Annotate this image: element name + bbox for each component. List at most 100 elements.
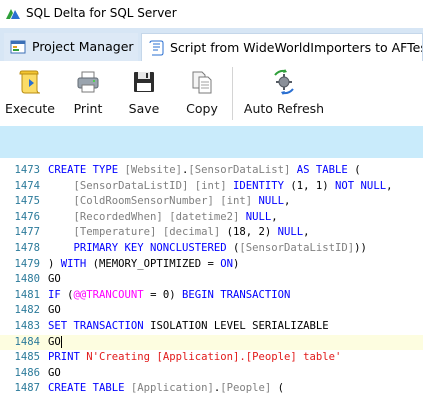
code-token: PRINT — [48, 351, 87, 364]
code-token: [RecordedWhen] — [73, 210, 163, 223]
code-token: ) — [232, 257, 240, 270]
code-token: [Temperature] — [73, 226, 157, 239]
code-token: [Application] — [130, 382, 214, 395]
code-text: SET TRANSACTION ISOLATION LEVEL SERIALIZ… — [48, 319, 329, 335]
code-token: SET TRANSACTION — [48, 320, 151, 332]
copy-button[interactable]: Copy — [172, 61, 232, 126]
line-number: 1485 — [14, 351, 40, 364]
code-token: , — [386, 179, 393, 192]
line-number: 1483 — [14, 320, 40, 332]
sql-script-editor[interactable]: 1473 CREATE TYPE [Website].[SensorDataLis… — [0, 158, 423, 406]
line-number: 1478 — [14, 242, 40, 254]
code-token: (MEMORY_OPTIMIZED = — [92, 257, 221, 270]
code-line[interactable]: 1484 GO — [0, 334, 423, 351]
print-button[interactable]: Print — [60, 61, 116, 126]
code-token: GO — [48, 335, 61, 348]
code-token: ( — [271, 382, 285, 395]
code-line[interactable]: 1473 CREATE TYPE [Website].[SensorDataLis… — [0, 163, 423, 179]
code-token: @@TRANCOUNT — [73, 288, 144, 301]
code-line[interactable]: 1485 PRINT N'Creating [Application].[Peop… — [0, 350, 423, 366]
code-text: IF (@@TRANCOUNT = 0) BEGIN TRANSACTION — [48, 288, 290, 304]
code-text: GO — [48, 366, 61, 382]
code-line[interactable]: 1483 SET TRANSACTION ISOLATION LEVEL SERI… — [0, 319, 423, 335]
tab-project-manager[interactable]: Project Manager — [4, 33, 138, 61]
code-token: (18, 2) — [220, 226, 278, 239]
code-text: GO — [48, 272, 61, 288]
auto-refresh-icon — [274, 69, 294, 95]
code-token: NULL — [252, 195, 285, 208]
code-token: [SensorDataListID] — [73, 179, 189, 192]
code-token: NULL — [277, 226, 304, 239]
code-line[interactable]: 1477 [Temperature] [decimal] (18, 2) NUL… — [0, 225, 423, 241]
code-text: [RecordedWhen] [datetime2] NULL, — [48, 210, 278, 226]
save-label: Save — [128, 101, 160, 116]
code-token: [int] — [188, 179, 227, 192]
line-number: 1480 — [14, 273, 40, 286]
code-token: )) — [354, 242, 367, 254]
execute-button[interactable]: Execute — [0, 61, 60, 126]
line-number: 1475 — [14, 195, 40, 208]
code-token: ON — [220, 257, 233, 270]
code-token: = 0) — [143, 288, 182, 301]
code-token: ) — [48, 257, 61, 270]
code-text: GO — [48, 335, 62, 351]
code-line[interactable]: 1482 GO — [0, 303, 423, 319]
code-line[interactable]: 1479) WITH (MEMORY_OPTIMIZED = ON) — [0, 257, 423, 273]
code-line[interactable]: 1475 [ColdRoomSensorNumber] [int] NULL, — [0, 194, 423, 210]
code-token: ISOLATION LEVEL SERIALIZABLE — [150, 320, 329, 332]
tab-strip: Project Manager Script from WideWorldImp… — [0, 28, 423, 62]
code-token: WITH — [60, 257, 93, 270]
auto-refresh-button[interactable]: Auto Refresh — [236, 61, 332, 126]
ribbon-toolbar: Execute Print Save Copy Auto Refresh — [0, 61, 423, 126]
title-bar: SQL Delta for SQL Server — [0, 0, 423, 28]
ribbon-separator — [232, 67, 233, 120]
execute-scroll-icon — [19, 70, 41, 94]
script-icon — [149, 40, 164, 56]
code-line[interactable]: 1481 IF (@@TRANCOUNT = 0) BEGIN TRANSACTI… — [0, 288, 423, 304]
code-line[interactable]: 1486 GO — [0, 366, 423, 382]
line-number: 1473 — [14, 164, 40, 176]
line-number: 1486 — [14, 366, 40, 379]
code-token: IF — [48, 288, 68, 301]
line-number: 1476 — [14, 210, 40, 223]
code-text: PRIMARY KEY NONCLUSTERED ([SensorDataLis… — [48, 241, 367, 257]
code-token: [SensorDataListID] — [239, 242, 355, 254]
code-line[interactable]: 1476 [RecordedWhen] [datetime2] NULL, — [0, 210, 423, 226]
code-text: CREATE TABLE [Application].[People] ( — [48, 381, 284, 397]
code-token: N'Creating [Application].[People] table' — [86, 351, 342, 364]
code-token: , — [284, 195, 291, 208]
code-token: [ColdRoomSensorNumber] — [73, 195, 214, 208]
code-token: [int] — [213, 195, 253, 208]
copy-icon — [192, 71, 212, 94]
code-line[interactable]: 1474 [SensorDataListID] [int] IDENTITY (… — [0, 179, 423, 195]
code-line[interactable]: 1487 CREATE TABLE [Application].[People] … — [0, 381, 423, 397]
code-token: (1, 1) — [290, 179, 336, 192]
line-number: 1482 — [14, 304, 40, 317]
tab-label: Script from WideWorldImporters to AFTest — [170, 40, 423, 55]
line-number: 1481 — [14, 288, 40, 301]
code-token: ( — [354, 164, 361, 176]
code-token: BEGIN TRANSACTION — [181, 288, 291, 301]
save-button[interactable]: Save — [116, 61, 172, 126]
code-text: GO — [48, 303, 61, 319]
tab-script[interactable]: Script from WideWorldImporters to AFTest — [141, 33, 423, 61]
printer-icon — [77, 71, 99, 93]
code-line[interactable]: 1478 PRIMARY KEY NONCLUSTERED ([SensorDa… — [0, 241, 423, 257]
code-token: [People] — [220, 382, 272, 395]
project-manager-icon — [10, 40, 26, 54]
tab-label: Project Manager — [32, 39, 134, 54]
code-token: IDENTITY — [226, 179, 291, 192]
code-text: [Temperature] [decimal] (18, 2) NULL, — [48, 225, 310, 241]
code-token: [decimal] — [156, 226, 221, 239]
code-text: [SensorDataListID] [int] IDENTITY (1, 1)… — [48, 179, 393, 195]
code-token: , — [303, 226, 310, 239]
code-token: GO — [48, 304, 61, 317]
code-token: PRIMARY KEY NONCLUSTERED — [73, 242, 233, 254]
code-token: NULL — [239, 210, 272, 223]
code-text: CREATE TYPE [Website].[SensorDataList] A… — [48, 163, 361, 179]
text-caret — [60, 335, 62, 348]
code-token: , — [271, 210, 278, 223]
code-line[interactable]: 1480 GO — [0, 272, 423, 288]
